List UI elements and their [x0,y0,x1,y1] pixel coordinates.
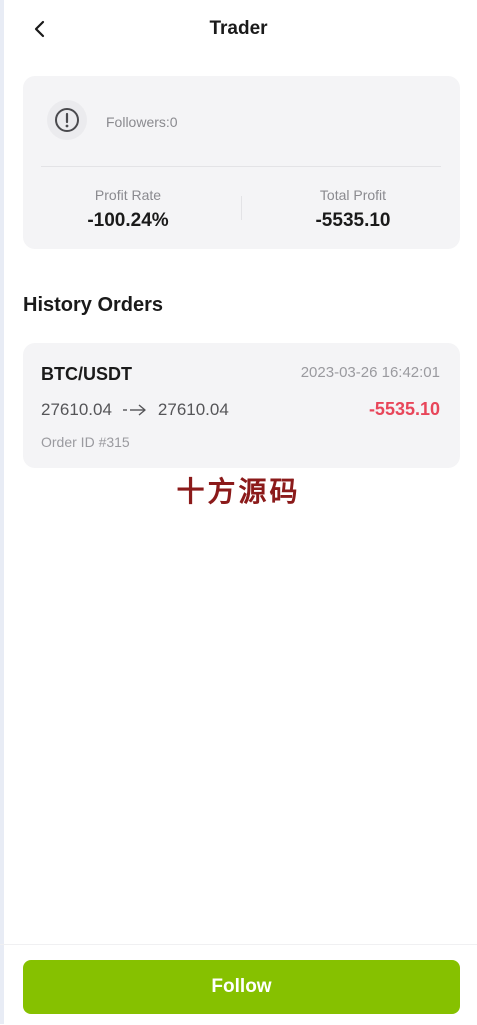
stat-separator [241,196,242,220]
info-exclamation-icon [55,108,79,132]
open-price: 27610.04 [41,400,112,419]
order-profit: -5535.10 [368,399,440,419]
total-profit-value: -5535.10 [315,210,391,231]
followers-count: Followers:0 [106,114,178,130]
order-datetime: 2023-03-26 16:42:01 [300,364,440,381]
order-id: Order ID #315 [41,434,130,450]
profit-rate-stat: Profit Rate -100.24% [28,186,228,232]
total-profit-stat: Total Profit -5535.10 [253,186,453,232]
order-pair: BTC/USDT [41,364,132,384]
profit-rate-label: Profit Rate [94,187,162,203]
left-edge-strip [0,0,4,1024]
history-orders-title: History Orders [23,294,164,316]
bottom-bar: Follow [0,944,477,1025]
follow-button[interactable]: Follow [23,960,460,1014]
order-card[interactable]: BTC/USDT 2023-03-26 16:42:01 27610.04 27… [23,343,460,468]
order-prices: 27610.04 27610.04 [41,400,229,420]
arrow-right-icon [122,403,148,417]
card-divider [41,166,441,167]
profit-rate-value: -100.24% [87,210,169,231]
trader-summary-card: Followers:0 Profit Rate -100.24% Total P… [23,76,460,249]
avatar [47,100,87,140]
total-profit-label: Total Profit [319,187,387,203]
header: Trader [0,0,477,60]
watermark-text: 十方源码 [176,476,301,507]
close-price: 27610.04 [157,400,229,419]
page-title: Trader [209,18,268,39]
